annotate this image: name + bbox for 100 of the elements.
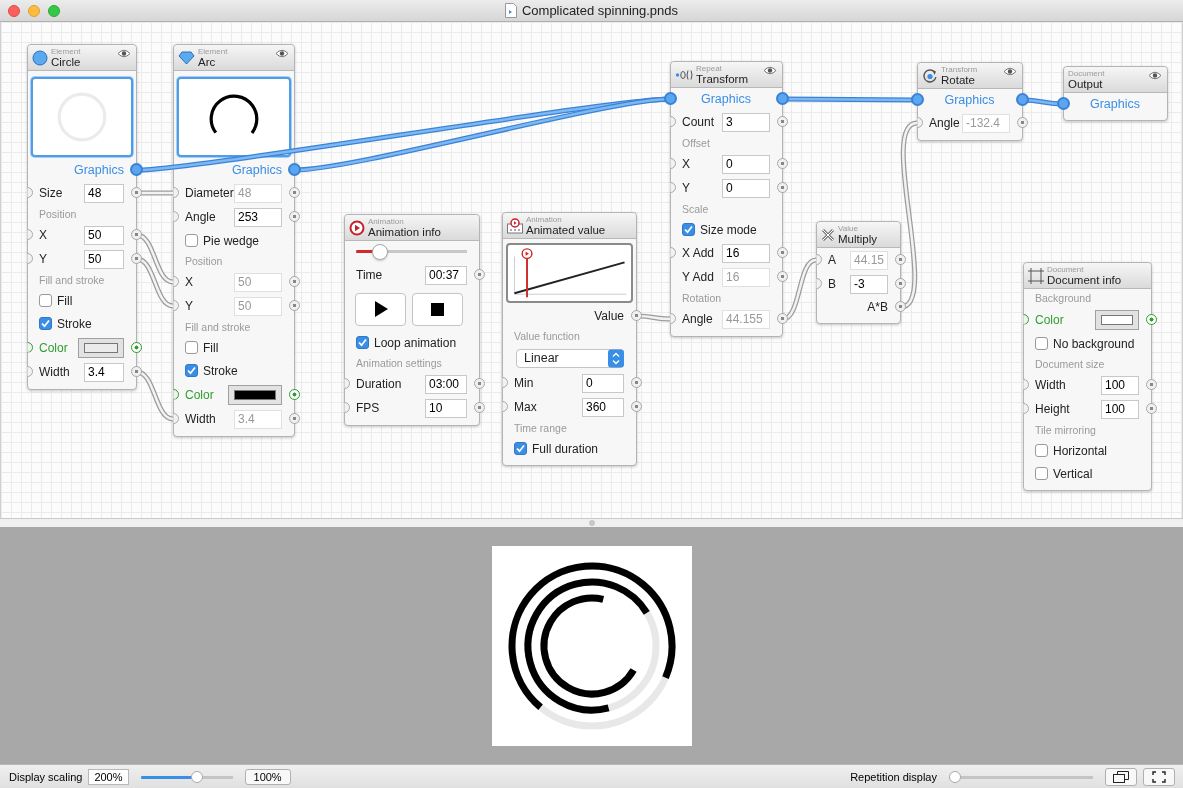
value-field[interactable]: 0 (722, 154, 770, 174)
value-field[interactable]: 50 (84, 249, 124, 269)
output-port[interactable] (1146, 313, 1157, 325)
value-field[interactable]: 16 (722, 243, 770, 263)
output-port[interactable] (131, 229, 142, 240)
value-field[interactable]: 3 (722, 112, 770, 132)
output-port[interactable] (289, 388, 300, 400)
eye-icon[interactable] (275, 49, 289, 58)
output-port[interactable] (1146, 379, 1157, 390)
checkbox[interactable] (356, 336, 369, 349)
output-port[interactable] (631, 401, 642, 412)
section-heading: Tile mirroring (1035, 424, 1096, 436)
value-field[interactable]: 48 (84, 183, 124, 203)
output-port[interactable] (895, 301, 906, 312)
play-button[interactable] (355, 292, 406, 326)
checkbox[interactable] (1035, 444, 1048, 457)
slider-thumb[interactable] (949, 770, 961, 783)
field-label: Width (1035, 378, 1067, 392)
value-field[interactable]: 10 (425, 398, 467, 418)
output-port[interactable] (474, 402, 485, 413)
output-port[interactable] (131, 341, 142, 353)
output-port[interactable] (131, 187, 142, 198)
field-label: X Add (682, 246, 716, 260)
output-port[interactable] (777, 116, 788, 127)
output-port[interactable] (631, 310, 642, 321)
circle-icon (32, 49, 48, 66)
port-label: Graphics (700, 92, 752, 106)
section-heading: Time range (514, 422, 567, 434)
repetition-label: Repetition display (850, 770, 937, 783)
output-port[interactable] (777, 158, 788, 169)
value-field[interactable]: 253 (234, 207, 282, 227)
color-well[interactable] (1095, 309, 1139, 330)
field-label: Max (514, 400, 538, 414)
windows-button[interactable] (1105, 767, 1137, 786)
output-port[interactable] (131, 253, 142, 264)
checkbox[interactable] (185, 341, 198, 354)
window-title: Complicated spinning.pnds (521, 3, 679, 18)
output-port[interactable] (474, 269, 485, 280)
section-heading: Rotation (682, 292, 722, 304)
value-field[interactable]: 100 (1101, 375, 1139, 395)
node-category: Animation (526, 214, 563, 224)
zoom-button[interactable] (48, 5, 60, 17)
value-field[interactable]: 3.4 (84, 362, 124, 382)
stop-button[interactable] (412, 292, 463, 326)
value-field[interactable]: 100 (1101, 399, 1139, 419)
output-port[interactable] (131, 366, 142, 377)
value-field[interactable]: 03:00 (425, 374, 467, 394)
checkbox[interactable] (185, 364, 198, 377)
checkbox-label: Fill (203, 340, 219, 355)
node-category: Element (198, 46, 228, 56)
color-well[interactable] (78, 337, 124, 358)
reset-scaling-button[interactable]: 100% (244, 768, 291, 785)
output-port[interactable] (288, 163, 301, 176)
eye-icon[interactable] (117, 49, 131, 58)
checkbox[interactable] (185, 234, 198, 247)
node-title: Animation info (368, 225, 441, 239)
input-port[interactable] (911, 93, 924, 106)
output-port[interactable] (289, 211, 300, 222)
output-port[interactable] (895, 278, 906, 289)
checkbox-label: Vertical (1053, 466, 1093, 481)
function-dropdown[interactable]: Linear (516, 348, 624, 368)
field-label: Angle (682, 312, 714, 326)
output-port[interactable] (776, 92, 789, 105)
value-field[interactable]: 0 (722, 178, 770, 198)
input-port[interactable] (1057, 97, 1070, 110)
slider-thumb[interactable] (190, 770, 203, 783)
node-category: Animation (368, 216, 405, 226)
checkbox[interactable] (1035, 467, 1048, 480)
value-field[interactable]: -3 (850, 274, 888, 294)
eye-icon[interactable] (1003, 67, 1017, 76)
field-label: Size (39, 186, 64, 200)
checkbox[interactable] (39, 294, 52, 307)
value-field[interactable]: 360 (582, 397, 624, 417)
value-field[interactable]: 50 (84, 225, 124, 245)
minimize-button[interactable] (28, 5, 40, 17)
output-port[interactable] (777, 182, 788, 193)
checkbox[interactable] (39, 317, 52, 330)
checkbox[interactable] (682, 223, 695, 236)
checkbox-label: Size mode (700, 222, 757, 237)
input-port[interactable] (664, 92, 677, 105)
eye-icon[interactable] (1148, 71, 1162, 80)
output-port[interactable] (474, 378, 485, 389)
output-port[interactable] (130, 163, 143, 176)
field-label: FPS (356, 401, 381, 415)
splitter-handle[interactable] (588, 520, 595, 526)
field-label: A (828, 253, 837, 267)
value-field[interactable]: 0 (582, 373, 624, 393)
output-port[interactable] (777, 247, 788, 258)
fullscreen-button[interactable] (1143, 767, 1175, 786)
checkbox[interactable] (514, 442, 527, 455)
value-field[interactable]: 00:37 (425, 265, 467, 285)
checkbox[interactable] (1035, 337, 1048, 350)
eye-icon[interactable] (763, 66, 777, 75)
slider-thumb[interactable] (372, 244, 389, 260)
scaling-field[interactable]: 200% (88, 768, 129, 785)
close-button[interactable] (8, 5, 20, 17)
output-port[interactable] (1146, 403, 1157, 414)
color-well[interactable] (228, 384, 282, 405)
output-port[interactable] (1016, 93, 1029, 106)
output-port[interactable] (631, 377, 642, 388)
